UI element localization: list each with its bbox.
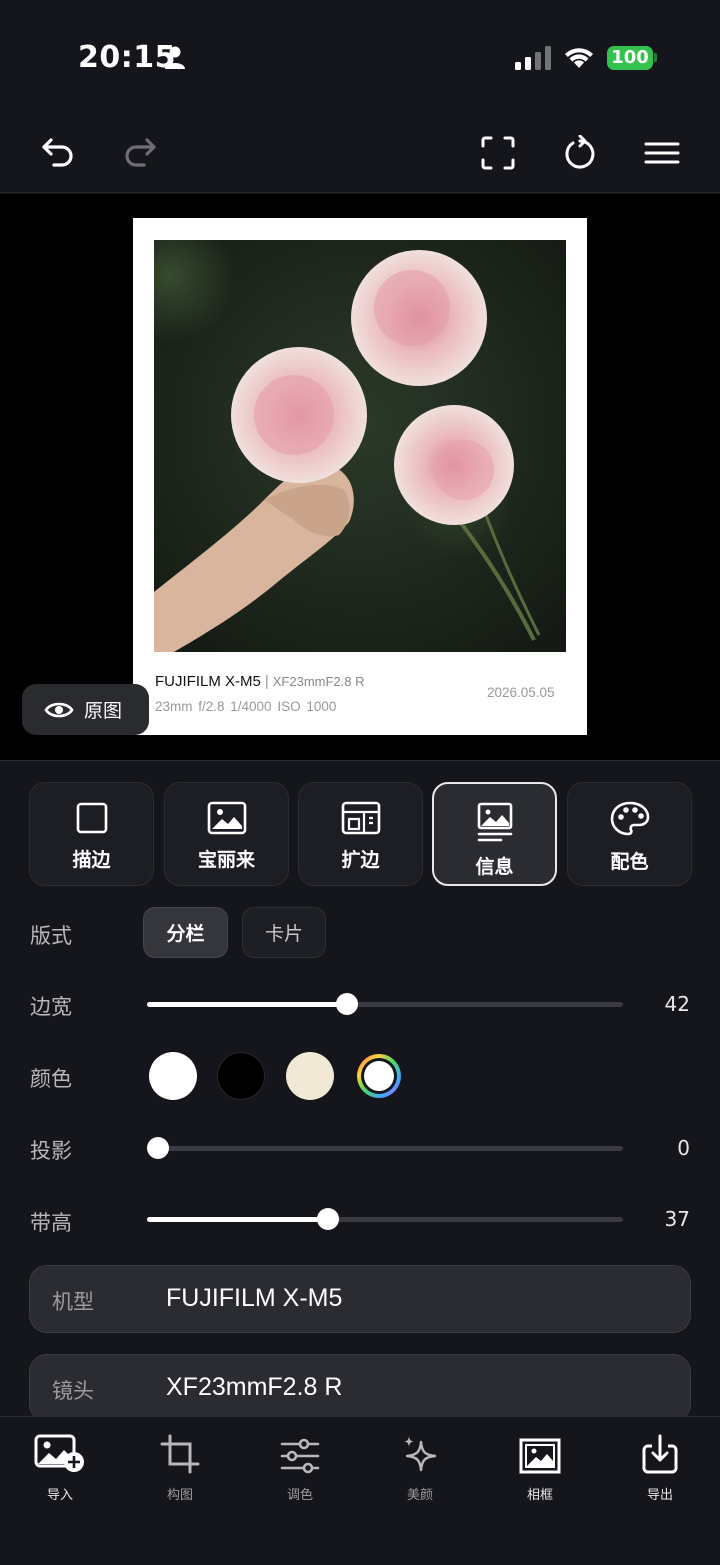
- lens-label: 镜头: [52, 1379, 94, 1403]
- camera-model-field[interactable]: 机型 FUJIFILM X-M5: [29, 1265, 691, 1333]
- sparkle-icon: [404, 1436, 437, 1472]
- battery-level: 100: [607, 46, 653, 70]
- tab-stroke[interactable]: 描边: [29, 782, 154, 886]
- import-image-icon: [34, 1434, 84, 1472]
- shadow-value: 0: [677, 1136, 690, 1160]
- info-date: 2026.05.05: [487, 685, 555, 700]
- band-height-label: 带高: [30, 1211, 72, 1235]
- color-swatch-white[interactable]: [149, 1052, 197, 1100]
- person-icon: [165, 46, 185, 69]
- info-exif-params: 23mm f/2.8 1/4000 ISO 1000: [155, 699, 337, 714]
- tab-info[interactable]: 信息: [432, 782, 557, 886]
- nav-crop[interactable]: 构图: [135, 1430, 225, 1503]
- export-icon: [642, 1434, 678, 1474]
- nav-frame[interactable]: 相框: [495, 1430, 585, 1503]
- border-width-value: 42: [664, 992, 690, 1016]
- nav-label: 相框: [526, 1488, 553, 1503]
- layout-option-columns[interactable]: 分栏: [143, 907, 228, 958]
- shadow-label: 投影: [30, 1139, 72, 1163]
- tab-polaroid[interactable]: 宝丽来: [164, 782, 289, 886]
- palette-icon: [610, 801, 649, 836]
- tab-label: 信息: [475, 856, 514, 878]
- polaroid-icon: [207, 801, 246, 835]
- frame-icon: [519, 1438, 561, 1474]
- tab-label: 配色: [610, 851, 649, 873]
- band-height-value: 37: [664, 1207, 690, 1231]
- tab-expand[interactable]: 扩边: [298, 782, 423, 886]
- nav-export[interactable]: 导出: [615, 1430, 705, 1503]
- band-height-slider[interactable]: [147, 1208, 623, 1230]
- status-bar: 20:15 100: [0, 0, 720, 115]
- color-swatch-cream[interactable]: [286, 1052, 334, 1100]
- nav-label: 调色: [286, 1488, 313, 1503]
- stroke-icon: [76, 802, 107, 834]
- undo-button[interactable]: [38, 133, 78, 173]
- camera-model-value[interactable]: FUJIFILM X-M5: [166, 1284, 342, 1313]
- tab-palette[interactable]: 配色: [567, 782, 692, 886]
- view-original-button[interactable]: 原图: [22, 684, 149, 735]
- slider-fill: [147, 1002, 347, 1007]
- lens-field[interactable]: 镜头 XF23mmF2.8 R: [29, 1354, 691, 1422]
- layout-option-card[interactable]: 卡片: [242, 907, 326, 958]
- nav-label: 导出: [646, 1488, 673, 1503]
- menu-button[interactable]: [642, 133, 682, 173]
- reset-button[interactable]: [560, 133, 600, 173]
- tab-label: 描边: [72, 849, 111, 871]
- fullscreen-button[interactable]: [478, 133, 518, 173]
- redo-button[interactable]: [120, 133, 160, 173]
- shadow-slider[interactable]: [147, 1137, 623, 1159]
- nav-import[interactable]: 导入: [15, 1430, 105, 1503]
- expand-icon: [341, 801, 380, 835]
- color-picker-swatch[interactable]: [355, 1052, 403, 1100]
- info-lens: XF23mmF2.8 R: [272, 674, 365, 689]
- slider-thumb[interactable]: [317, 1208, 339, 1230]
- camera-model-label: 机型: [52, 1290, 94, 1314]
- slider-thumb[interactable]: [147, 1137, 169, 1159]
- info-separator: |: [264, 673, 269, 690]
- border-width-label: 边宽: [30, 995, 72, 1019]
- nav-label: 导入: [46, 1488, 73, 1503]
- redo-icon: [125, 138, 156, 167]
- photo-image: [154, 240, 566, 652]
- crop-icon: [160, 1434, 200, 1474]
- eye-icon: [44, 702, 74, 717]
- tab-label: 宝丽来: [197, 849, 255, 871]
- battery-tip: [654, 53, 657, 62]
- top-toolbar: [0, 115, 720, 193]
- reset-icon: [565, 135, 595, 169]
- nav-beauty[interactable]: 美颜: [375, 1430, 465, 1503]
- info-icon: [477, 802, 512, 842]
- color-label: 颜色: [30, 1067, 72, 1091]
- color-swatch-black[interactable]: [217, 1052, 265, 1100]
- nav-adjust[interactable]: 调色: [255, 1430, 345, 1503]
- slider-fill: [147, 1217, 328, 1222]
- undo-icon: [42, 138, 73, 167]
- info-camera-model: FUJIFILM X-M5: [155, 673, 261, 690]
- adjust-sliders-icon: [280, 1438, 320, 1474]
- view-original-label: 原图: [84, 700, 123, 722]
- fullscreen-icon: [481, 136, 515, 170]
- nav-label: 构图: [166, 1488, 193, 1503]
- info-camera-line: FUJIFILM X-M5 | XF23mmF2.8 R: [155, 673, 365, 690]
- wifi-icon: [565, 48, 593, 68]
- status-time: 20:15: [78, 40, 176, 75]
- layout-label: 版式: [30, 924, 72, 948]
- tab-label: 扩边: [341, 849, 380, 871]
- menu-icon: [644, 142, 680, 164]
- border-width-slider[interactable]: [147, 993, 623, 1015]
- bottom-nav: [0, 1416, 720, 1565]
- lens-value[interactable]: XF23mmF2.8 R: [166, 1373, 342, 1402]
- nav-label: 美颜: [406, 1488, 433, 1503]
- signal-icon: [515, 46, 551, 70]
- slider-thumb[interactable]: [336, 993, 358, 1015]
